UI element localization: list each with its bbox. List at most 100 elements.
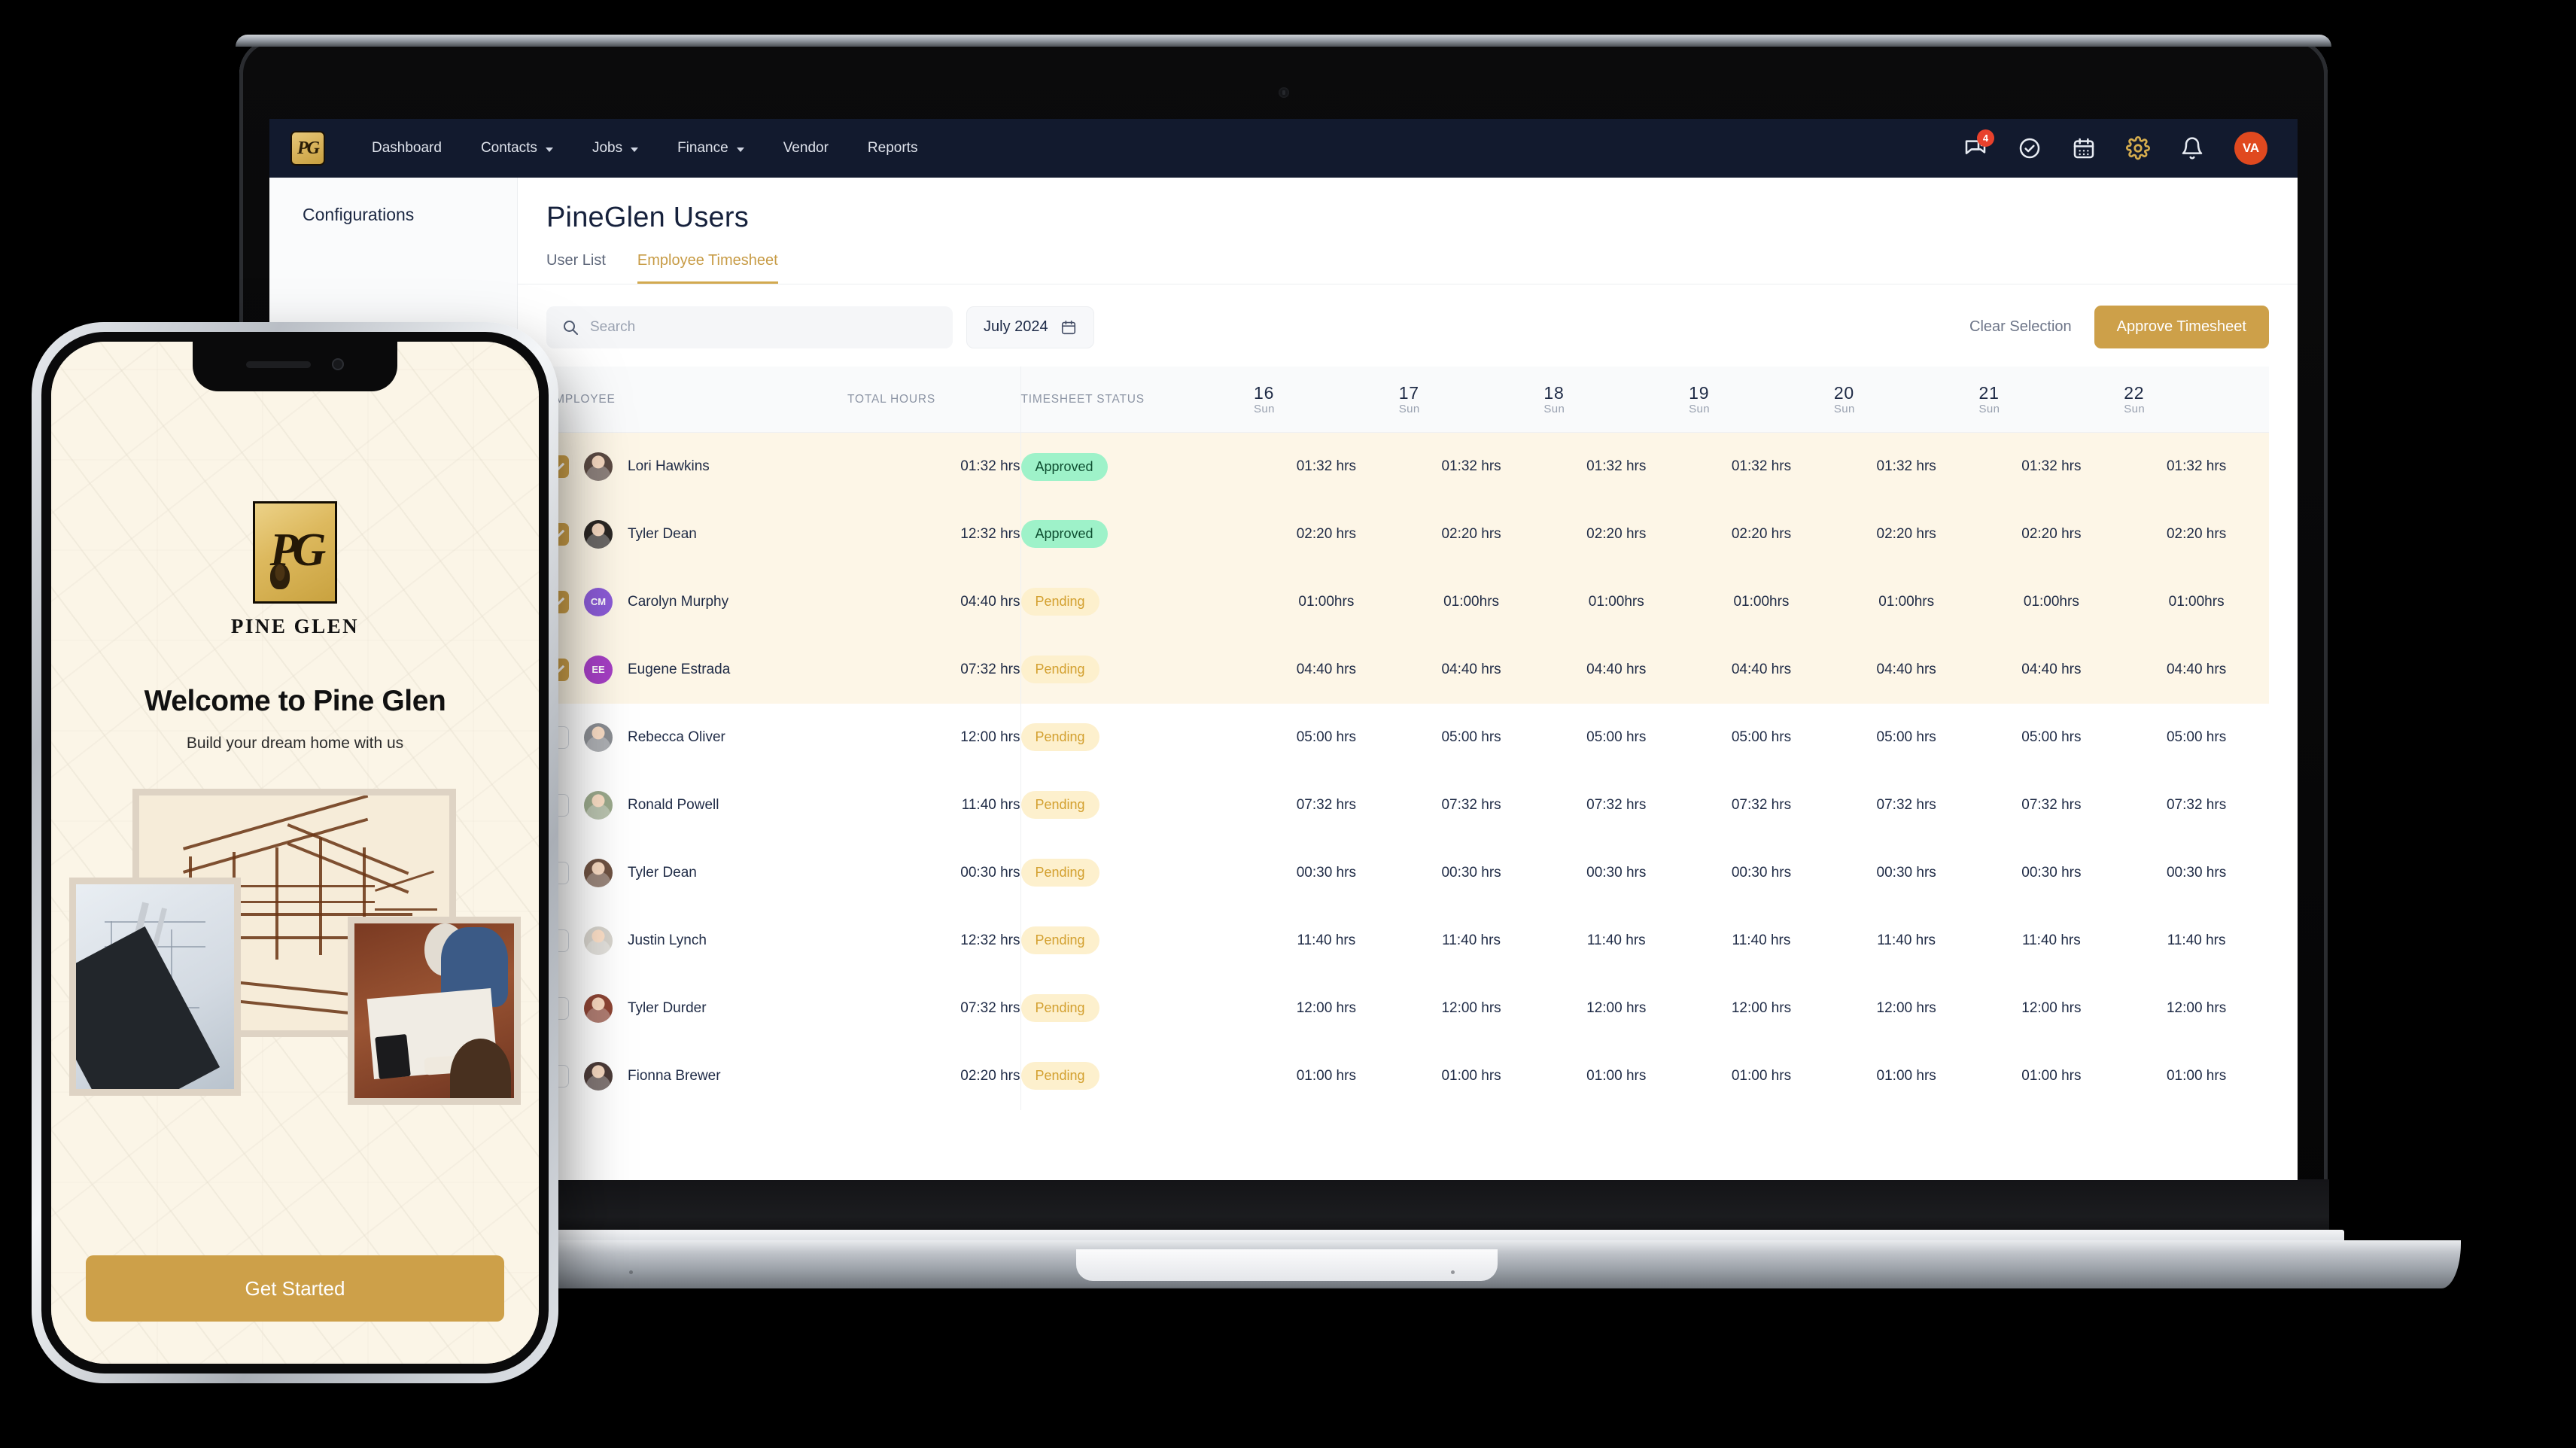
cell-day-5[interactable]: 12:00 hrs	[1979, 975, 2124, 1042]
cell-day-0[interactable]: 02:20 hrs	[1254, 500, 1399, 568]
cell-day-6[interactable]: 01:00hrs	[2124, 567, 2269, 636]
cell-day-4[interactable]: 11:40 hrs	[1834, 907, 1979, 975]
nav-item-dashboard[interactable]: Dashboard	[352, 132, 461, 164]
table-row[interactable]: Tyler Durder 07:32 hrs Pending 12:00 hrs 12:…	[546, 974, 2269, 1042]
search-input[interactable]	[590, 318, 938, 336]
cell-day-1[interactable]: 01:32 hrs	[1398, 432, 1544, 500]
nav-item-reports[interactable]: Reports	[848, 132, 938, 164]
cell-day-5[interactable]: 01:00hrs	[1978, 567, 2124, 636]
cell-day-4[interactable]: 02:20 hrs	[1833, 500, 1979, 568]
chat-icon[interactable]: 4	[1963, 129, 1994, 160]
cell-day-6[interactable]: 07:32 hrs	[2124, 771, 2269, 839]
cell-day-2[interactable]: 01:32 hrs	[1543, 432, 1689, 500]
cell-day-2[interactable]: 04:40 hrs	[1543, 635, 1689, 704]
cell-day-3[interactable]: 07:32 hrs	[1689, 771, 1834, 839]
table-row[interactable]: Justin Lynch 12:32 hrs Pending 11:40 hrs 11:…	[546, 906, 2269, 975]
table-row[interactable]: Fionna Brewer 02:20 hrs Pending 01:00 hrs 01…	[546, 1042, 2269, 1110]
cell-day-3[interactable]: 00:30 hrs	[1689, 839, 1834, 907]
search-box[interactable]	[546, 306, 953, 348]
cell-day-2[interactable]: 00:30 hrs	[1543, 839, 1689, 907]
table-row[interactable]: CM Carolyn Murphy 04:40 hrs Pending 01:00hrs…	[546, 567, 2269, 636]
cell-day-6[interactable]: 12:00 hrs	[2124, 975, 2269, 1042]
cell-day-4[interactable]: 01:32 hrs	[1833, 432, 1979, 500]
cell-day-0[interactable]: 04:40 hrs	[1254, 635, 1399, 704]
cell-day-0[interactable]: 00:30 hrs	[1254, 839, 1399, 907]
nav-item-contacts[interactable]: Contacts	[461, 132, 573, 164]
approve-timesheet-button[interactable]: Approve Timesheet	[2094, 306, 2269, 348]
cell-day-4[interactable]: 00:30 hrs	[1834, 839, 1979, 907]
cell-day-5[interactable]: 02:20 hrs	[1978, 500, 2124, 568]
cell-day-6[interactable]: 02:20 hrs	[2124, 500, 2269, 568]
cell-day-1[interactable]: 07:32 hrs	[1399, 771, 1544, 839]
cell-day-4[interactable]: 01:00hrs	[1833, 567, 1979, 636]
cell-day-6[interactable]: 01:00 hrs	[2124, 1042, 2269, 1110]
cell-day-3[interactable]: 04:40 hrs	[1689, 635, 1834, 704]
cell-day-4[interactable]: 07:32 hrs	[1834, 771, 1979, 839]
cell-day-4[interactable]: 05:00 hrs	[1834, 704, 1979, 771]
cell-day-5[interactable]: 01:32 hrs	[1978, 432, 2124, 500]
cell-day-3[interactable]: 05:00 hrs	[1689, 704, 1834, 771]
cell-day-4[interactable]: 04:40 hrs	[1833, 635, 1979, 704]
calendar-icon[interactable]	[2072, 136, 2096, 160]
cell-day-6[interactable]: 01:32 hrs	[2124, 432, 2269, 500]
tab-user-list[interactable]: User List	[546, 252, 606, 284]
cell-day-5[interactable]: 05:00 hrs	[1979, 704, 2124, 771]
cell-day-2[interactable]: 05:00 hrs	[1543, 704, 1689, 771]
table-row[interactable]: EE Eugene Estrada 07:32 hrs Pending 04:40 hr…	[546, 635, 2269, 704]
cell-day-1[interactable]: 02:20 hrs	[1398, 500, 1544, 568]
cell-day-2[interactable]: 01:00 hrs	[1543, 1042, 1689, 1110]
get-started-button[interactable]: Get Started	[86, 1255, 504, 1322]
cell-day-5[interactable]: 07:32 hrs	[1979, 771, 2124, 839]
cell-day-2[interactable]: 02:20 hrs	[1543, 500, 1689, 568]
table-row[interactable]: Rebecca Oliver 12:00 hrs Pending 05:00 hrs 0…	[546, 703, 2269, 771]
cell-day-0[interactable]: 01:00 hrs	[1254, 1042, 1399, 1110]
cell-day-1[interactable]: 12:00 hrs	[1399, 975, 1544, 1042]
nav-item-vendor[interactable]: Vendor	[764, 132, 848, 164]
cell-day-0[interactable]: 07:32 hrs	[1254, 771, 1399, 839]
month-picker-button[interactable]: July 2024	[966, 306, 1094, 348]
user-avatar[interactable]: VA	[2234, 132, 2267, 165]
cell-day-1[interactable]: 04:40 hrs	[1398, 635, 1544, 704]
gear-icon[interactable]	[2126, 136, 2150, 160]
cell-day-1[interactable]: 05:00 hrs	[1399, 704, 1544, 771]
cell-day-0[interactable]: 12:00 hrs	[1254, 975, 1399, 1042]
cell-day-1[interactable]: 01:00hrs	[1398, 567, 1544, 636]
cell-day-3[interactable]: 11:40 hrs	[1689, 907, 1834, 975]
cell-day-6[interactable]: 11:40 hrs	[2124, 907, 2269, 975]
cell-day-2[interactable]: 07:32 hrs	[1543, 771, 1689, 839]
cell-day-2[interactable]: 12:00 hrs	[1543, 975, 1689, 1042]
cell-day-6[interactable]: 00:30 hrs	[2124, 839, 2269, 907]
cell-day-1[interactable]: 01:00 hrs	[1399, 1042, 1544, 1110]
cell-day-3[interactable]: 01:32 hrs	[1689, 432, 1834, 500]
nav-item-jobs[interactable]: Jobs	[573, 132, 658, 164]
cell-day-3[interactable]: 01:00 hrs	[1689, 1042, 1834, 1110]
cell-day-3[interactable]: 01:00hrs	[1689, 567, 1834, 636]
cell-day-5[interactable]: 11:40 hrs	[1979, 907, 2124, 975]
sidebar-item-configurations[interactable]: Configurations	[303, 205, 517, 225]
bell-icon[interactable]	[2180, 136, 2204, 160]
cell-day-4[interactable]: 12:00 hrs	[1834, 975, 1979, 1042]
cell-day-2[interactable]: 01:00hrs	[1543, 567, 1689, 636]
cell-day-0[interactable]: 01:00hrs	[1254, 567, 1399, 636]
table-row[interactable]: Tyler Dean 12:32 hrs Approved 02:20 hrs 02:2…	[546, 500, 2269, 568]
cell-day-5[interactable]: 04:40 hrs	[1978, 635, 2124, 704]
cell-day-6[interactable]: 05:00 hrs	[2124, 704, 2269, 771]
cell-day-6[interactable]: 04:40 hrs	[2124, 635, 2269, 704]
cell-day-0[interactable]: 01:32 hrs	[1254, 432, 1399, 500]
cell-day-0[interactable]: 05:00 hrs	[1254, 704, 1399, 771]
cell-day-5[interactable]: 01:00 hrs	[1979, 1042, 2124, 1110]
cell-day-1[interactable]: 00:30 hrs	[1399, 839, 1544, 907]
cell-day-3[interactable]: 02:20 hrs	[1689, 500, 1834, 568]
cell-day-5[interactable]: 00:30 hrs	[1979, 839, 2124, 907]
cell-day-0[interactable]: 11:40 hrs	[1254, 907, 1399, 975]
cell-day-1[interactable]: 11:40 hrs	[1399, 907, 1544, 975]
cell-day-3[interactable]: 12:00 hrs	[1689, 975, 1834, 1042]
tab-employee-timesheet[interactable]: Employee Timesheet	[637, 252, 778, 284]
cell-day-2[interactable]: 11:40 hrs	[1543, 907, 1689, 975]
table-row[interactable]: Tyler Dean 00:30 hrs Pending 00:30 hrs 00:30…	[546, 838, 2269, 907]
clear-selection-button[interactable]: Clear Selection	[1969, 318, 2072, 336]
nav-item-finance[interactable]: Finance	[658, 132, 764, 164]
table-row[interactable]: Lori Hawkins 01:32 hrs Approved 01:32 hrs 01…	[546, 432, 2269, 500]
pineglen-logo[interactable]: PG	[290, 131, 325, 166]
cell-day-4[interactable]: 01:00 hrs	[1834, 1042, 1979, 1110]
